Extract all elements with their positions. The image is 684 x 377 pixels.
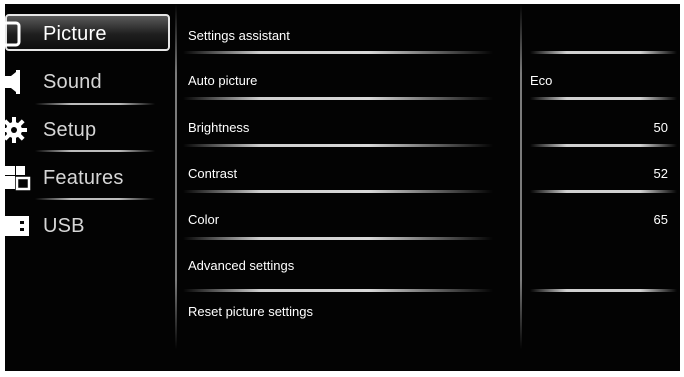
value-separator xyxy=(530,289,677,292)
picture-icon xyxy=(5,21,31,47)
menu-item-label: Setup xyxy=(43,119,97,141)
menu-item-features[interactable]: Features xyxy=(5,158,173,198)
setting-contrast[interactable]: Contrast xyxy=(188,166,237,181)
setting-settings-assistant[interactable]: Settings assistant xyxy=(188,28,290,43)
setting-color[interactable]: Color xyxy=(188,212,219,227)
menu-item-label: Picture xyxy=(43,23,107,45)
menu-separator xyxy=(35,150,155,152)
list-separator xyxy=(183,97,493,100)
menu-separator xyxy=(35,198,155,200)
brightness-value: 50 xyxy=(653,120,668,135)
gear-icon xyxy=(5,117,31,143)
setting-advanced-settings[interactable]: Advanced settings xyxy=(188,258,294,273)
settings-panel: Picture Sound Setup Features USB Setting… xyxy=(5,4,680,371)
menu-item-label: Features xyxy=(43,167,124,189)
value-separator xyxy=(530,190,677,193)
value-divider xyxy=(520,4,522,349)
features-icon xyxy=(5,165,31,191)
menu-item-label: Sound xyxy=(43,71,102,93)
speaker-icon xyxy=(5,69,31,95)
list-separator xyxy=(183,289,493,292)
menu-item-label: USB xyxy=(43,215,85,237)
menu-divider xyxy=(175,4,177,349)
contrast-value: 52 xyxy=(653,166,668,181)
usb-icon xyxy=(5,213,31,239)
menu-separator xyxy=(35,103,155,105)
list-separator xyxy=(183,190,493,193)
setting-auto-picture[interactable]: Auto picture xyxy=(188,73,257,88)
menu-item-picture[interactable]: Picture xyxy=(5,14,170,51)
setting-brightness[interactable]: Brightness xyxy=(188,120,249,135)
value-separator xyxy=(530,144,677,147)
menu-item-usb[interactable]: USB xyxy=(5,206,173,246)
color-value: 65 xyxy=(653,212,668,227)
value-separator xyxy=(530,97,677,100)
setting-reset-picture-settings[interactable]: Reset picture settings xyxy=(188,304,313,319)
menu-item-setup[interactable]: Setup xyxy=(5,110,173,150)
list-separator xyxy=(183,144,493,147)
menu-item-sound[interactable]: Sound xyxy=(5,62,173,102)
auto-picture-value: Eco xyxy=(530,73,553,88)
list-separator xyxy=(183,237,493,240)
value-separator xyxy=(530,51,677,54)
tv-settings-screen: Picture Sound Setup Features USB Setting… xyxy=(0,0,684,377)
list-separator xyxy=(183,51,493,54)
